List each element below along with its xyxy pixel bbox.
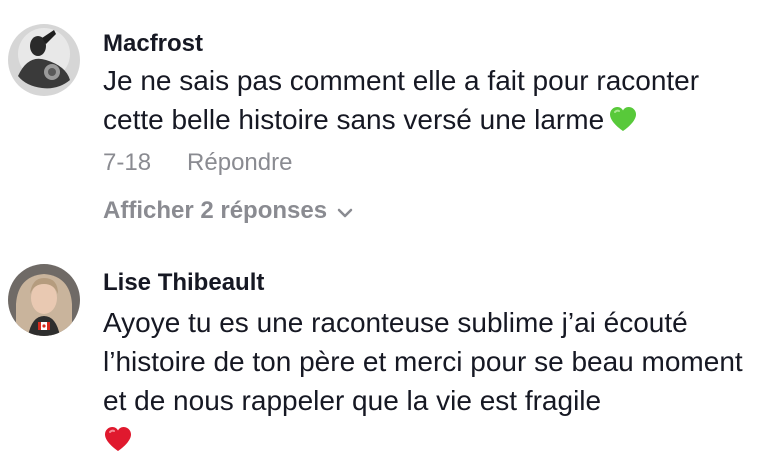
comment-body: Ayoye tu es une raconteuse sublime j’ai … — [103, 307, 743, 416]
avatar[interactable] — [8, 24, 80, 96]
chevron-down-icon — [337, 208, 353, 218]
view-replies-label: Afficher 2 réponses — [103, 197, 328, 224]
avatar-image — [8, 24, 80, 96]
avatar-image — [8, 264, 80, 336]
red-heart-icon — [105, 427, 131, 451]
username[interactable]: Macfrost — [103, 30, 203, 58]
green-heart-icon — [610, 107, 637, 131]
username[interactable]: Lise Thibeault — [103, 269, 264, 297]
comments-section: Macfrost Je ne sais pas comment elle a f… — [0, 0, 774, 468]
comment-date: 7-18 — [103, 149, 152, 176]
reply-button[interactable]: Répondre — [187, 149, 292, 176]
comment-text: Je ne sais pas comment elle a fait pour … — [103, 61, 763, 139]
view-replies-button[interactable]: Afficher 2 réponses — [103, 197, 353, 225]
comment-meta: 7-18 Répondre — [103, 149, 292, 177]
avatar[interactable] — [8, 264, 80, 336]
comment-text: Ayoye tu es une raconteuse sublime j’ai … — [103, 303, 763, 459]
